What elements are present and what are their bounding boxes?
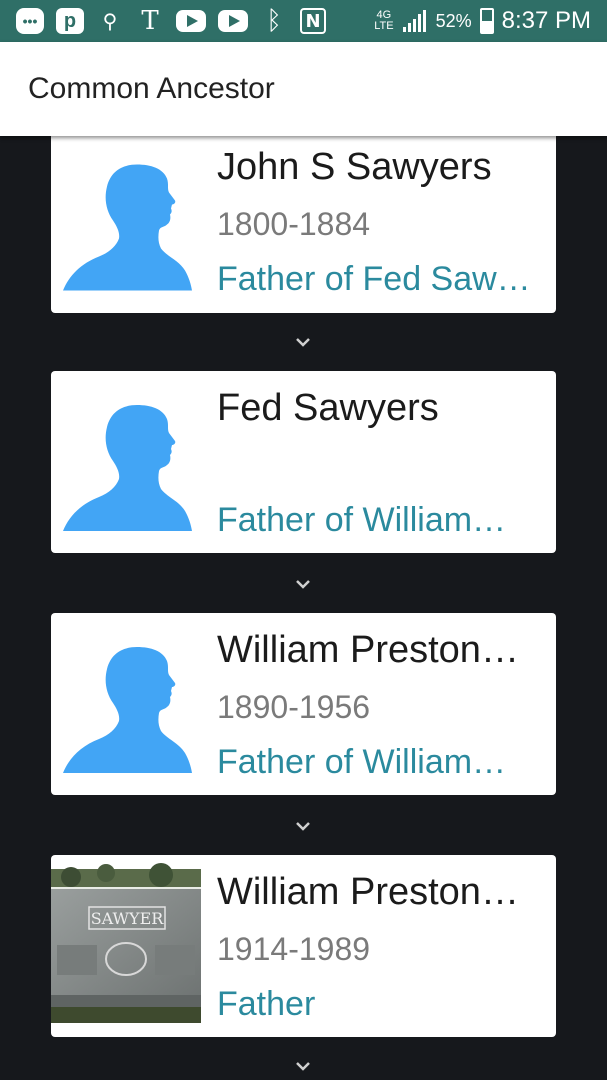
signal-icon <box>402 10 426 32</box>
chevron-down-icon <box>296 338 310 347</box>
status-bar: ••• p ⚲ T ᛒ N 4G LTE 52% 8:37 PM <box>0 0 607 42</box>
person-years: 1890-1956 <box>217 689 371 725</box>
person-years: 1914-1989 <box>217 931 371 967</box>
person-name: William Preston… <box>217 871 519 913</box>
clock: 8:37 PM <box>501 7 591 34</box>
page-title: Common Ancestor <box>28 72 275 105</box>
person-name: William Preston… <box>217 629 519 671</box>
battery-percent: 52% <box>435 10 472 31</box>
chevron-down-icon <box>296 1062 310 1071</box>
ancestor-card[interactable]: John S Sawyers 1800-1884 Father of Fed S… <box>51 130 556 313</box>
usb-icon: ⚲ <box>102 9 118 33</box>
person-silhouette-icon <box>51 130 201 313</box>
pinterest-icon: p <box>56 8 84 34</box>
battery-icon <box>479 8 494 34</box>
gravestone-label: SAWYER <box>91 909 165 928</box>
status-indicators: 4G LTE 52% 8:37 PM <box>374 7 607 35</box>
gravestone-photo: SAWYER <box>51 863 201 1023</box>
person-silhouette-icon <box>51 613 201 795</box>
chevron-down-icon <box>296 822 310 831</box>
tmobile-icon: T <box>141 6 159 36</box>
person-years: 1800-1884 <box>217 206 371 242</box>
messages-icon: ••• <box>16 8 44 34</box>
ancestor-card[interactable]: Fed Sawyers Father of William… <box>51 371 556 553</box>
chevron-down-icon <box>296 580 310 589</box>
ancestor-card[interactable]: SAWYER William Preston… 1914-1989 Father <box>51 855 556 1037</box>
ancestor-card[interactable]: William Preston… 1890-1956 Father of Wil… <box>51 613 556 795</box>
bluetooth-icon: ᛒ <box>266 6 282 36</box>
nfc-icon: N <box>300 8 326 34</box>
person-relation: Father of Fed Saw… <box>217 260 531 298</box>
person-name: John S Sawyers <box>217 146 492 188</box>
person-relation: Father of William… <box>217 743 507 781</box>
network-4g-icon: 4G LTE <box>374 9 394 32</box>
youtube-icon <box>176 10 206 32</box>
notification-icons: ••• p ⚲ T ᛒ N <box>0 6 326 36</box>
person-relation: Father of William… <box>217 501 507 539</box>
app-bar: Common Ancestor <box>0 42 607 136</box>
person-name: Fed Sawyers <box>217 387 439 429</box>
person-silhouette-icon <box>51 371 201 553</box>
youtube-icon <box>218 10 248 32</box>
person-relation: Father <box>217 985 316 1023</box>
